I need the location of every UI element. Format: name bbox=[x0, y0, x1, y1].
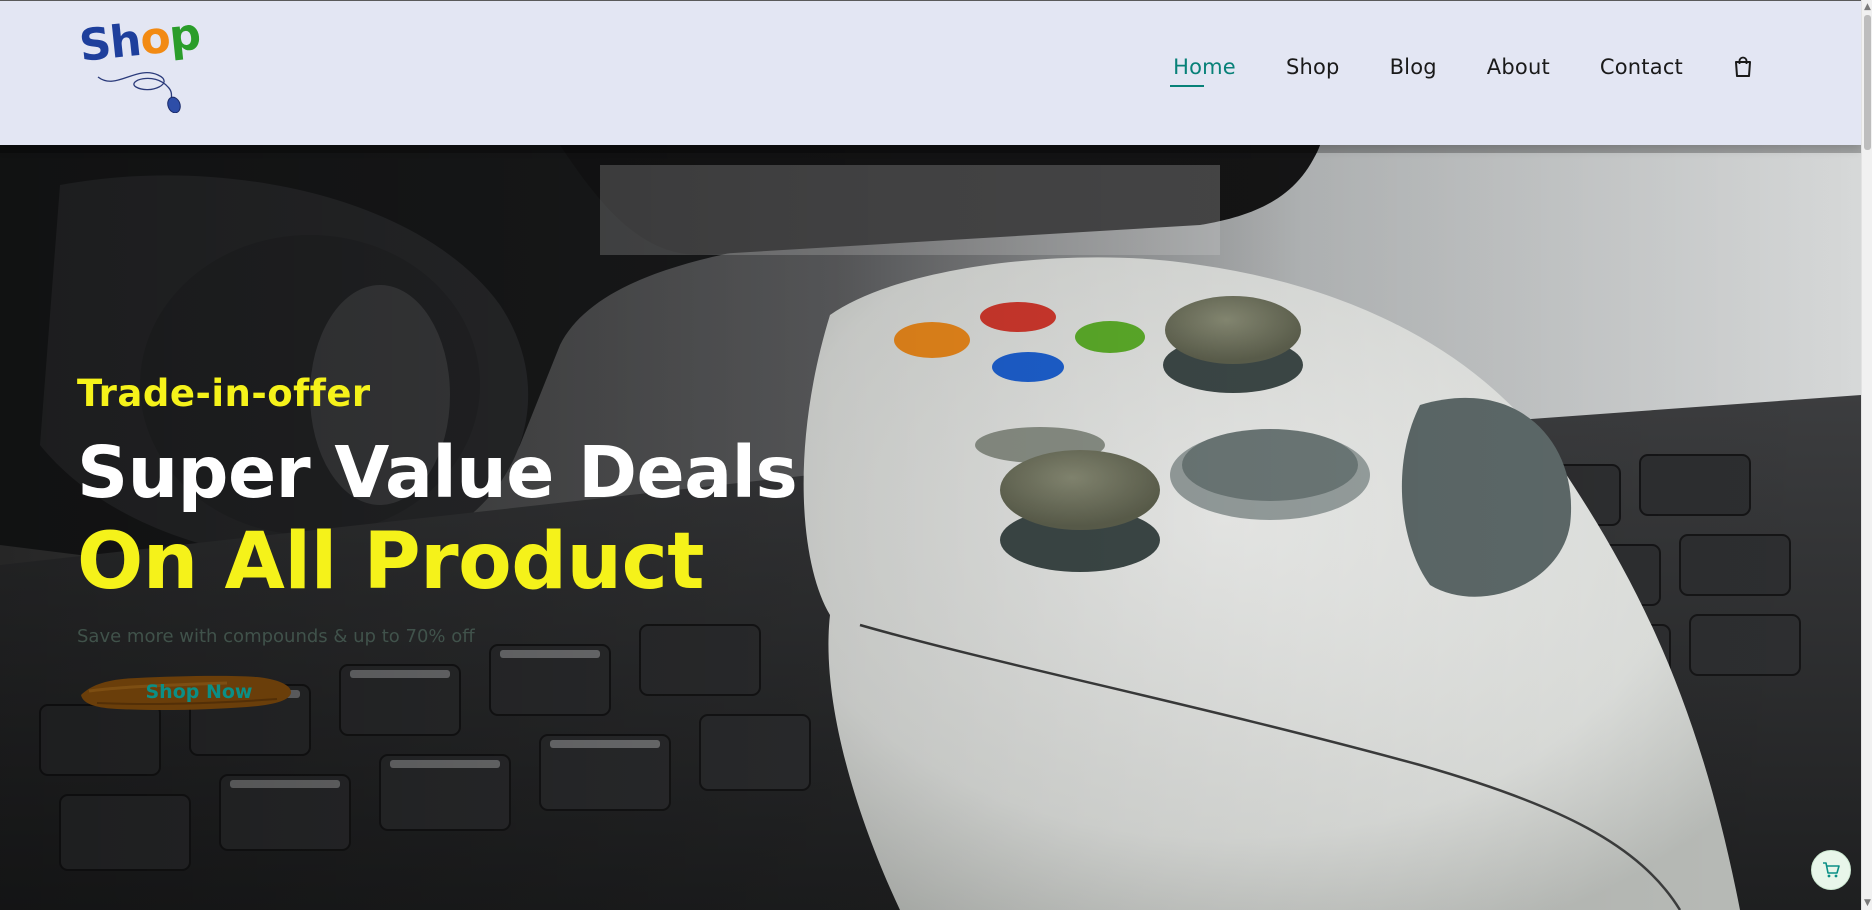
shop-now-button[interactable]: Shop Now bbox=[77, 669, 297, 715]
site-header: Shop Home Shop Blog About Contact bbox=[0, 0, 1861, 145]
main-navigation: Home Shop Blog About Contact bbox=[1123, 55, 1753, 87]
nav-link-about[interactable]: About bbox=[1487, 55, 1550, 79]
shopping-bag-icon[interactable] bbox=[1733, 56, 1753, 78]
nav-link-blog[interactable]: Blog bbox=[1390, 55, 1437, 79]
hero-headline-primary: Super Value Deals bbox=[77, 431, 798, 514]
hero-tagline: Save more with compounds & up to 70% off bbox=[77, 626, 475, 647]
hero-subhead: Trade-in-offer bbox=[77, 372, 371, 415]
floating-cart-button[interactable] bbox=[1811, 850, 1851, 890]
shopping-cart-icon bbox=[1823, 862, 1840, 878]
nav-link-home[interactable]: Home bbox=[1170, 55, 1236, 87]
shop-logo[interactable]: Shop bbox=[77, 9, 202, 113]
nav-link-contact[interactable]: Contact bbox=[1600, 55, 1683, 79]
scroll-up-arrow-icon[interactable]: ▲ bbox=[1862, 0, 1872, 14]
hero-headline-secondary: On All Product bbox=[77, 517, 705, 607]
page-scrollbar[interactable]: ▲ ▼ bbox=[1861, 0, 1872, 910]
scrollbar-thumb[interactable] bbox=[1864, 15, 1871, 150]
hero-content: Trade-in-offer Super Value Deals On All … bbox=[77, 372, 798, 715]
hero-banner: Trade-in-offer Super Value Deals On All … bbox=[0, 145, 1861, 910]
computer-mouse-icon bbox=[97, 72, 181, 113]
nav-link-shop[interactable]: Shop bbox=[1286, 55, 1340, 79]
scroll-down-arrow-icon[interactable]: ▼ bbox=[1862, 896, 1872, 910]
